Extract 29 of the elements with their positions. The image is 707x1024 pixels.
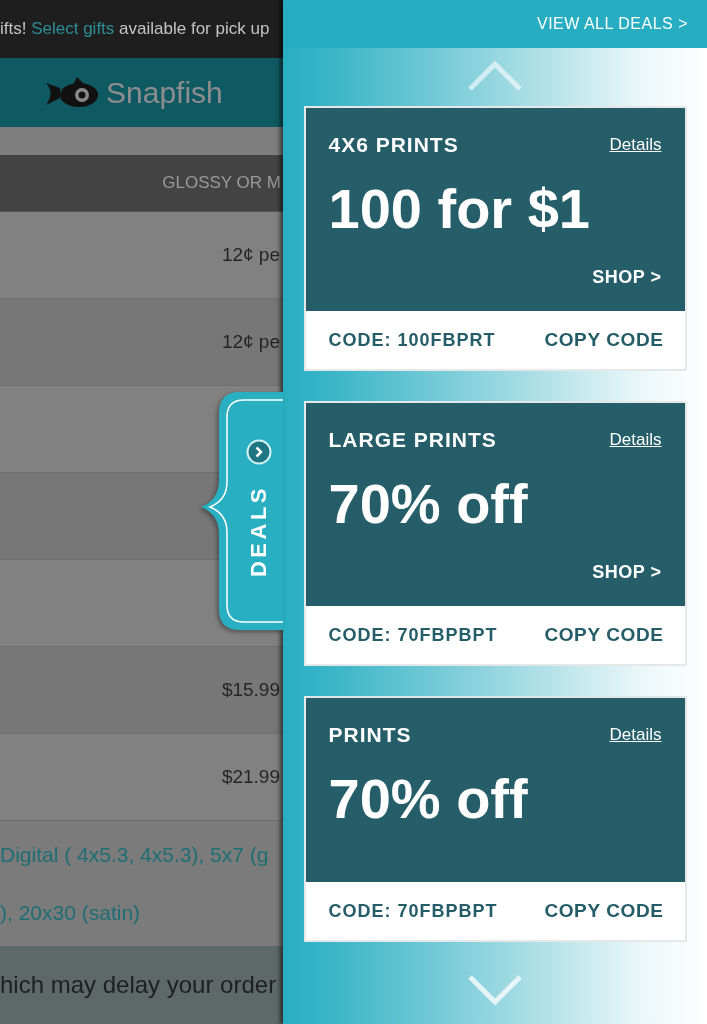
chevron-down-icon[interactable] [467, 974, 523, 1006]
table-cell: 12¢ pe [221, 244, 280, 266]
table-cell: $15.99 [221, 679, 280, 701]
notice-text: hich may delay your order [0, 971, 277, 999]
promo-code: CODE: 100FBPRT [328, 329, 496, 351]
deal-category: LARGE PRINTS [328, 428, 497, 452]
copy-code-button[interactable]: COPY CODE [544, 624, 664, 646]
deal-category: PRINTS [328, 723, 412, 747]
copy-code-button[interactable]: COPY CODE [544, 329, 664, 351]
promo-code: CODE: 70FBPBPT [328, 624, 498, 646]
details-link[interactable]: Details [609, 725, 662, 745]
details-link[interactable]: Details [609, 430, 662, 450]
column-header: GLOSSY OR M [162, 173, 281, 193]
deal-offer: 70% off [328, 473, 528, 535]
chevron-circle-icon [245, 439, 272, 465]
shop-link[interactable]: SHOP > [592, 561, 662, 583]
select-gifts-link[interactable]: Select gifts [31, 19, 115, 38]
shop-link[interactable]: SHOP > [592, 266, 662, 288]
promo-text: ifts! Select gifts available for pick up [0, 19, 270, 39]
chevron-up-icon[interactable] [467, 60, 523, 92]
promo-code: CODE: 70FBPBPT [328, 900, 498, 922]
fish-logo-icon [46, 75, 98, 110]
copy-code-button[interactable]: COPY CODE [544, 900, 664, 922]
table-cell: $21.99 [221, 766, 280, 788]
deal-offer: 100 for $1 [328, 178, 590, 240]
deal-offer: 70% off [328, 768, 528, 830]
details-link[interactable]: Details [609, 135, 662, 155]
deal-category: 4X6 PRINTS [328, 133, 459, 157]
table-cell: 12¢ pe [221, 331, 280, 353]
